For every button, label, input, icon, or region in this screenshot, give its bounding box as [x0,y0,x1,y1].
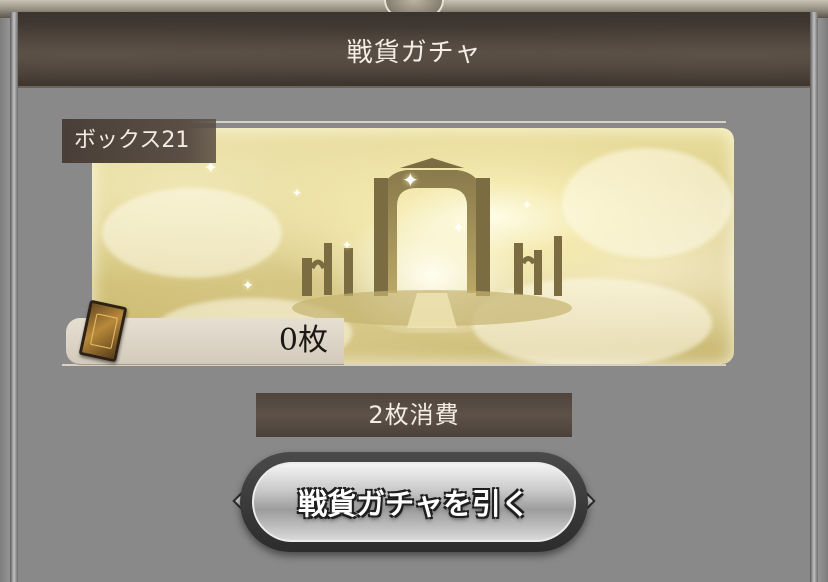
cloud-shape [562,148,732,258]
sparkle-icon: ✦ [522,198,533,212]
box-number-label: ボックス21 [62,119,216,163]
frame-right-border [810,12,818,582]
ruins-gate-illustration [292,158,572,333]
draw-gacha-button[interactable]: 戦貨ガチャを引く [240,452,588,552]
sparkle-icon: ✦ [292,186,303,200]
draw-button-label: 戦貨ガチャを引く [298,487,530,521]
cost-label: 2枚消費 [256,393,572,437]
page-title: 戦貨ガチャ [346,38,482,68]
sparkle-icon: ✦ [402,168,419,192]
sparkle-icon: ✦ [342,238,353,252]
sparkle-icon: ✦ [242,278,254,294]
sparkle-icon: ✦ [452,218,466,237]
draw-button-face[interactable]: 戦貨ガチャを引く [252,462,576,542]
banner-divider-bottom [62,364,726,366]
cloud-shape [102,188,282,278]
header-bar: 戦貨ガチャ [18,12,810,88]
gacha-window: 戦貨ガチャ ✦ ✦ ✦ ✦ ✦ ✦ ✦ ボックス21 0枚 2枚消費 戦貨ガチャ… [0,0,828,582]
ticket-count: 0枚 [278,323,328,358]
frame-left-border [10,12,18,582]
